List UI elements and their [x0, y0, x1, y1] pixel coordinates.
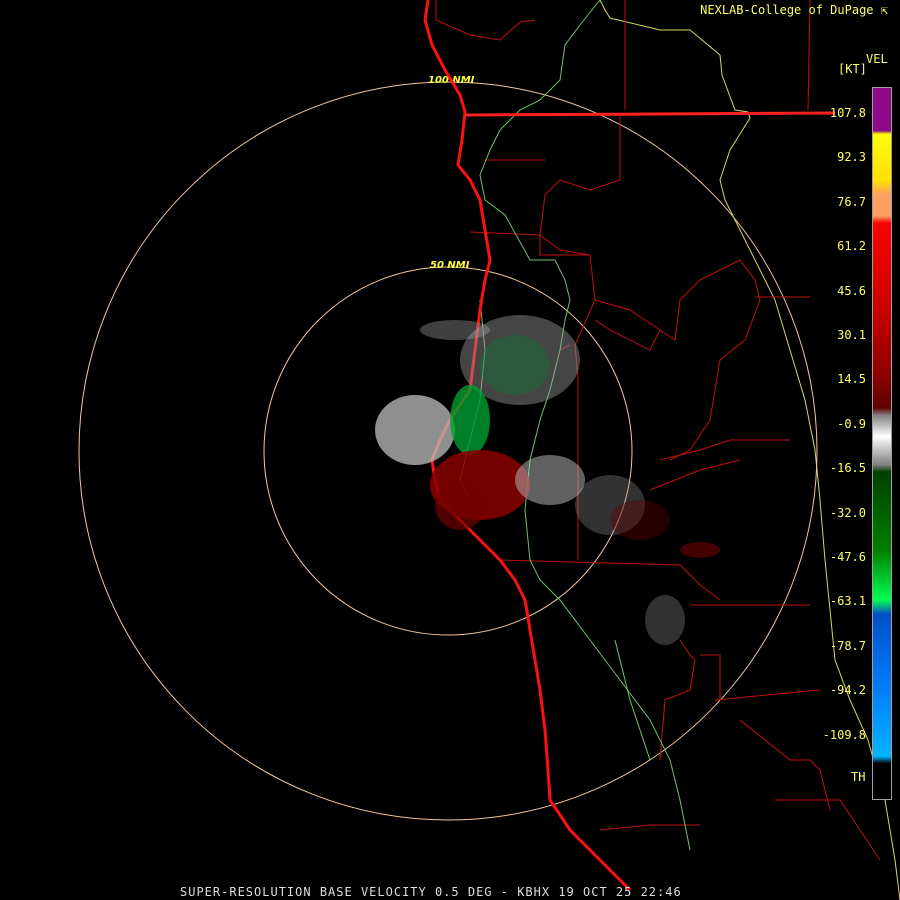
- legend-tick: -32.0: [829, 505, 866, 520]
- range-ring-100: [78, 81, 818, 821]
- radar-echoes: [375, 315, 720, 645]
- credit-text: NEXLAB-College of DuPage ⇱: [700, 3, 888, 17]
- legend-tick: 61.2: [837, 239, 866, 254]
- legend-tick: -0.9: [837, 416, 866, 431]
- legend-tick: 14.5: [837, 372, 866, 387]
- echo-red-scatter: [610, 500, 670, 540]
- echo-gray-west-scatter: [420, 320, 490, 340]
- state-border: [599, 0, 900, 900]
- cursor-arrow-icon: ⇱: [880, 3, 888, 17]
- radar-map: 100 NMI 50 NMI: [78, 0, 900, 900]
- legend-tick: -78.7: [829, 638, 866, 653]
- echo-green-light: [480, 335, 550, 395]
- legend-tick: -47.6: [829, 550, 866, 564]
- legend-unit: [KT]: [838, 62, 867, 76]
- legend-tick: -16.5: [829, 461, 866, 476]
- legend-tick: 92.3: [837, 150, 866, 165]
- echo-gray-west: [375, 395, 455, 465]
- echo-gray-east: [515, 455, 585, 505]
- coastline: [423, 0, 632, 892]
- legend-tick: -63.1: [829, 594, 866, 609]
- echo-red-far-east: [680, 542, 720, 558]
- oregon-border: [464, 111, 836, 117]
- legend-tick: 45.6: [837, 283, 866, 298]
- legend-bottom-label: TH: [851, 770, 866, 784]
- legend-tick: 30.1: [837, 328, 866, 342]
- product-caption: SUPER-RESOLUTION BASE VELOCITY 0.5 DEG -…: [180, 885, 682, 899]
- legend-tick: 76.7: [837, 194, 866, 209]
- echo-green: [450, 385, 490, 455]
- legend-tick: -94.2: [829, 683, 866, 698]
- echo-gray-far-southeast: [645, 595, 685, 645]
- legend-title: VEL: [866, 52, 888, 66]
- county-lines: [435, 0, 881, 861]
- legend-tick: 107.8: [829, 106, 866, 120]
- echo-red-south: [435, 480, 485, 530]
- legend-tick: -109.8: [822, 727, 866, 742]
- roads: [459, 0, 691, 851]
- ring-label-50: 50 NMI: [430, 260, 470, 271]
- velocity-colorbar: [872, 87, 892, 800]
